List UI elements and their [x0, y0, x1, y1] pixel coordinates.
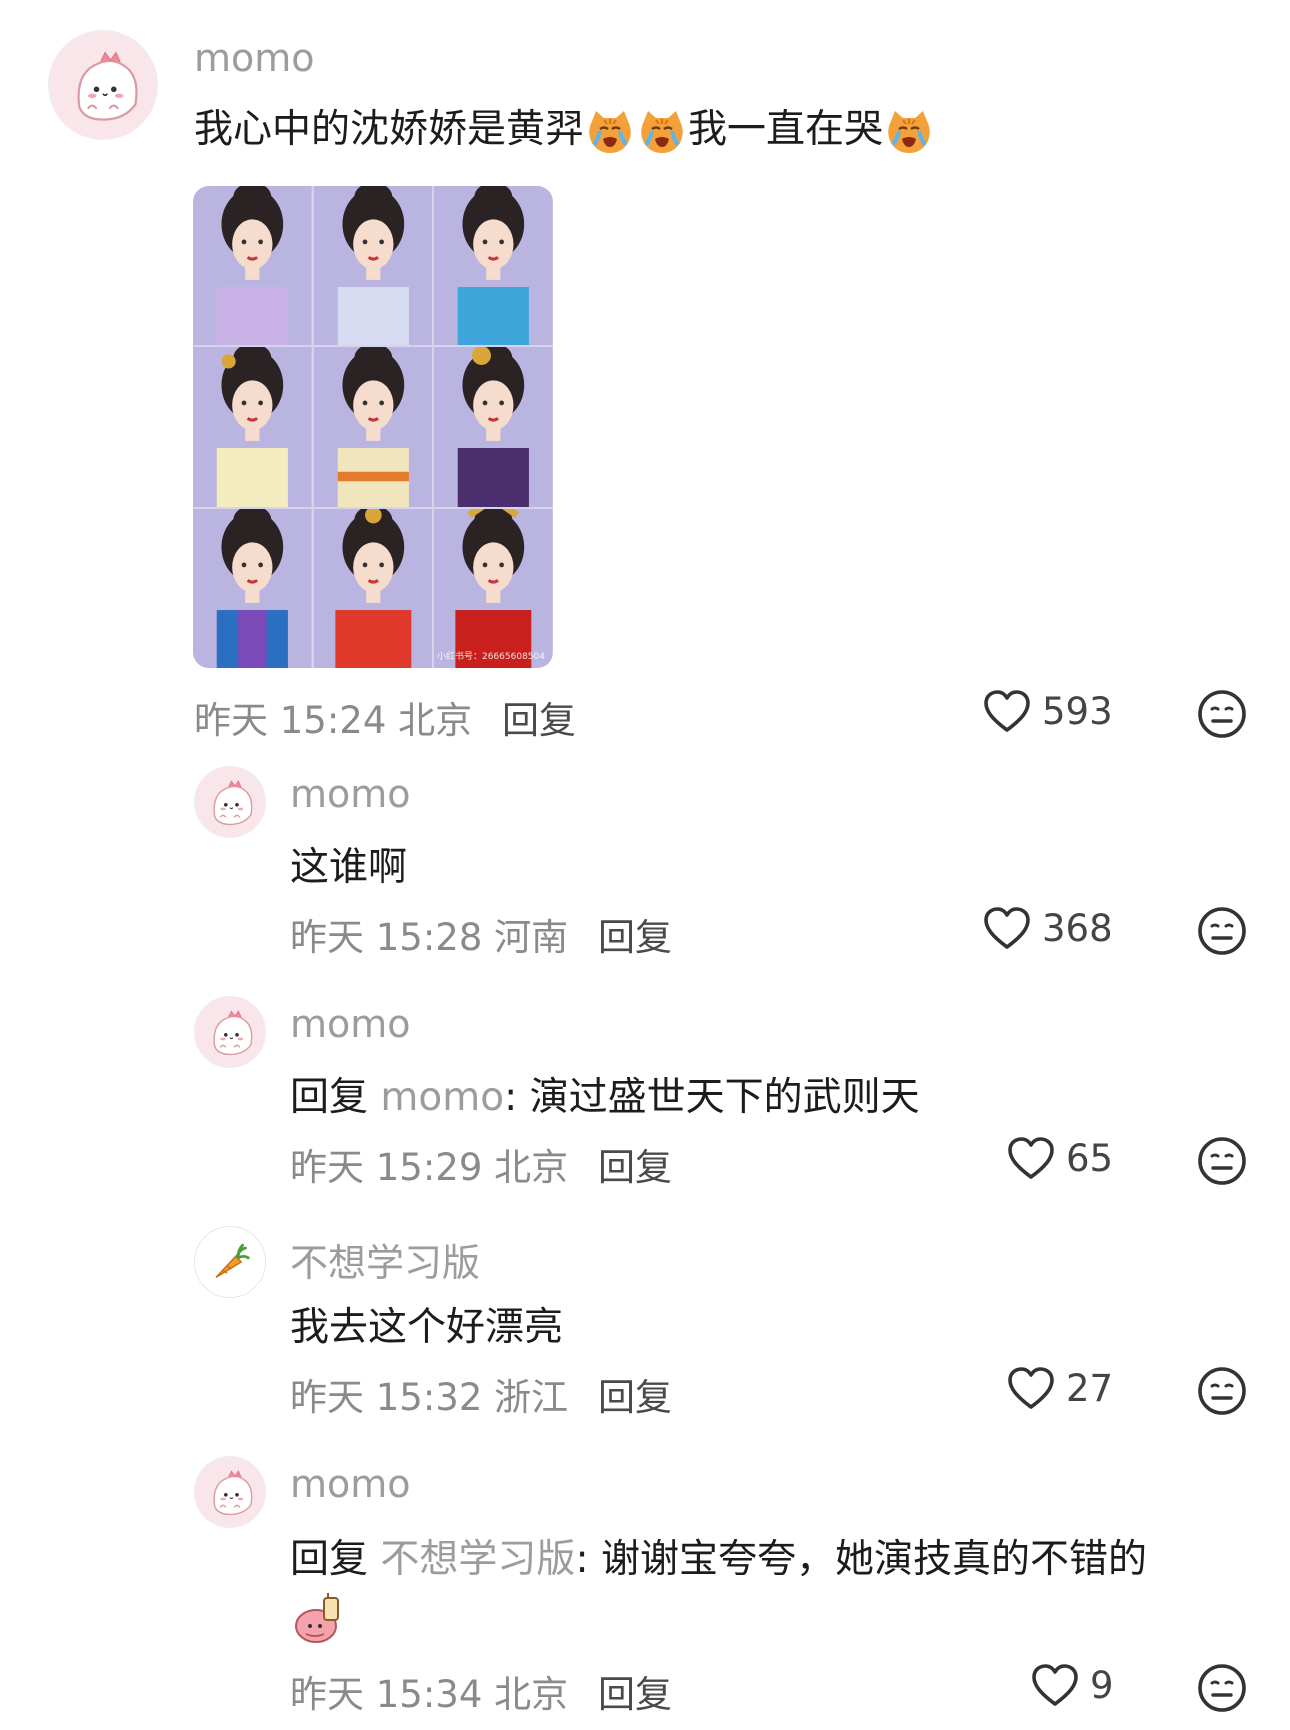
comment-text[interactable]: 这谁啊	[290, 836, 407, 892]
like-count: 368	[1042, 906, 1113, 950]
pink-dino-avatar-icon	[195, 767, 265, 837]
neutral-face-icon[interactable]	[1196, 1662, 1248, 1714]
comment-username[interactable]: momo	[290, 772, 411, 816]
comment-username[interactable]: momo	[290, 1002, 411, 1046]
portrait-photo	[314, 347, 433, 507]
comment-location: 北京	[494, 1146, 569, 1189]
portrait-photo	[314, 186, 433, 346]
heart-outline-icon	[1030, 1662, 1080, 1708]
like-count: 593	[1042, 689, 1113, 733]
comment-text[interactable]: 回复 momo: 演过盛世天下的武则天	[290, 1066, 920, 1122]
crying-cat-emoji-icon	[637, 107, 687, 157]
avatar[interactable]	[194, 1226, 266, 1298]
reply-target-username[interactable]: 不想学习版	[380, 1537, 575, 1582]
comment-time: 昨天 15:34	[290, 1673, 483, 1716]
heart-outline-icon	[982, 688, 1032, 734]
pink-dino-avatar-icon	[195, 997, 265, 1067]
like-button[interactable]: 593	[982, 688, 1113, 734]
comment-time: 昨天 15:28	[290, 916, 483, 959]
comment-location: 北京	[494, 1673, 569, 1716]
portrait-photo	[434, 347, 553, 507]
neutral-face-icon[interactable]	[1196, 1135, 1248, 1187]
reply-button[interactable]: 回复	[598, 1137, 672, 1191]
reply-target-username[interactable]: momo	[380, 1075, 504, 1120]
comment-text-part: 我心中的沈娇娇是黄羿	[194, 107, 585, 152]
comment-text-part: : 谢谢宝夸夸，她演技真的不错的	[575, 1537, 1147, 1582]
like-count: 27	[1066, 1366, 1114, 1410]
heart-outline-icon	[1006, 1365, 1056, 1411]
reply-button[interactable]: 回复	[502, 690, 576, 744]
neutral-face-icon[interactable]	[1196, 688, 1248, 740]
neutral-face-icon[interactable]	[1196, 905, 1248, 957]
avatar[interactable]	[194, 766, 266, 838]
heart-outline-icon	[1006, 1135, 1056, 1181]
comment-location: 浙江	[494, 1376, 569, 1419]
like-count: 65	[1066, 1136, 1114, 1180]
avatar[interactable]	[194, 996, 266, 1068]
sticker-emoji-icon	[295, 1593, 339, 1643]
portrait-photo	[193, 186, 312, 346]
heart-outline-icon	[982, 905, 1032, 951]
avatar[interactable]	[194, 1456, 266, 1528]
avatar[interactable]	[48, 30, 158, 140]
comment-meta: 昨天 15:34 北京	[290, 1664, 568, 1718]
comment-username[interactable]: momo	[290, 1462, 411, 1506]
portrait-photo	[193, 509, 312, 668]
comment-text[interactable]: 我心中的沈娇娇是黄羿 我一直在哭	[194, 98, 935, 157]
comment-meta: 昨天 15:24 北京	[194, 690, 472, 744]
comment-text-part: : 演过盛世天下的武则天	[504, 1075, 920, 1120]
neutral-face-icon[interactable]	[1196, 1365, 1248, 1417]
reply-prefix: 回复	[290, 1075, 369, 1120]
crying-cat-emoji-icon	[585, 107, 635, 157]
portrait-photo	[193, 347, 312, 507]
like-button[interactable]: 27	[1006, 1365, 1113, 1411]
reply-button[interactable]: 回复	[598, 907, 672, 961]
comment-location: 河南	[494, 916, 569, 959]
comment-meta: 昨天 15:32 浙江	[290, 1367, 568, 1421]
image-watermark: 小红书号：26665608504	[436, 651, 545, 662]
like-button[interactable]: 65	[1006, 1135, 1113, 1181]
comment-text[interactable]: 回复 不想学习版: 谢谢宝夸夸，她演技真的不错的	[290, 1528, 1147, 1584]
pink-dino-avatar-icon	[195, 1457, 265, 1527]
portrait-photo	[314, 508, 433, 668]
comment-username[interactable]: momo	[194, 36, 315, 80]
like-count: 9	[1090, 1663, 1114, 1707]
comment-location: 北京	[398, 699, 473, 742]
like-button[interactable]: 368	[982, 905, 1113, 951]
comment-time: 昨天 15:29	[290, 1146, 483, 1189]
comment-time: 昨天 15:32	[290, 1376, 483, 1419]
crying-cat-emoji-icon	[884, 107, 934, 157]
comment-meta: 昨天 15:28 河南	[290, 907, 568, 961]
comment-text[interactable]: 我去这个好漂亮	[290, 1296, 563, 1352]
like-button[interactable]: 9	[1030, 1662, 1114, 1708]
comment-meta: 昨天 15:29 北京	[290, 1137, 568, 1191]
comment-username[interactable]: 不想学习版	[290, 1232, 480, 1287]
portrait-photo	[434, 186, 553, 346]
pink-dino-avatar-icon	[49, 31, 157, 139]
comment-time: 昨天 15:24	[194, 699, 387, 742]
reply-button[interactable]: 回复	[598, 1367, 672, 1421]
comment-text-part: 我一直在哭	[688, 107, 884, 152]
portrait-photo: 小红书号：26665608504	[434, 508, 553, 668]
carrot-avatar-icon	[195, 1227, 265, 1297]
comment-image[interactable]: 小红书号：26665608504	[193, 186, 553, 668]
reply-button[interactable]: 回复	[598, 1664, 672, 1718]
reply-prefix: 回复	[290, 1537, 369, 1582]
